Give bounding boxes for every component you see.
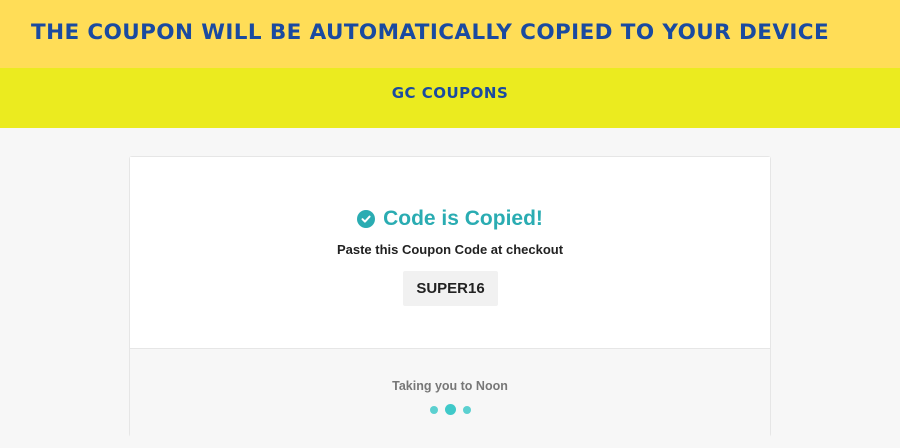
coupon-card: Code is Copied! Paste this Coupon Code a… [129, 156, 771, 437]
redirect-text: Taking you to Noon [392, 379, 508, 393]
coupon-card-top: Code is Copied! Paste this Coupon Code a… [130, 157, 770, 349]
coupon-code[interactable]: SUPER16 [403, 271, 498, 306]
banner-text: THE COUPON WILL BE AUTOMATICALLY COPIED … [31, 20, 830, 45]
copied-heading: Code is Copied! [130, 207, 770, 231]
brand-name[interactable]: GC COUPONS [392, 84, 509, 102]
loading-dot [462, 405, 471, 414]
check-circle-icon [357, 210, 376, 228]
loading-dot [444, 404, 456, 415]
copied-heading-text: Code is Copied! [383, 207, 543, 230]
loading-dot [429, 405, 438, 414]
brand-bar: GC COUPONS [0, 68, 900, 128]
loading-dots [130, 404, 770, 415]
paste-instruction: Paste this Coupon Code at checkout [336, 242, 564, 257]
top-banner: THE COUPON WILL BE AUTOMATICALLY COPIED … [0, 0, 900, 68]
coupon-card-bottom: Taking you to Noon [130, 349, 770, 437]
